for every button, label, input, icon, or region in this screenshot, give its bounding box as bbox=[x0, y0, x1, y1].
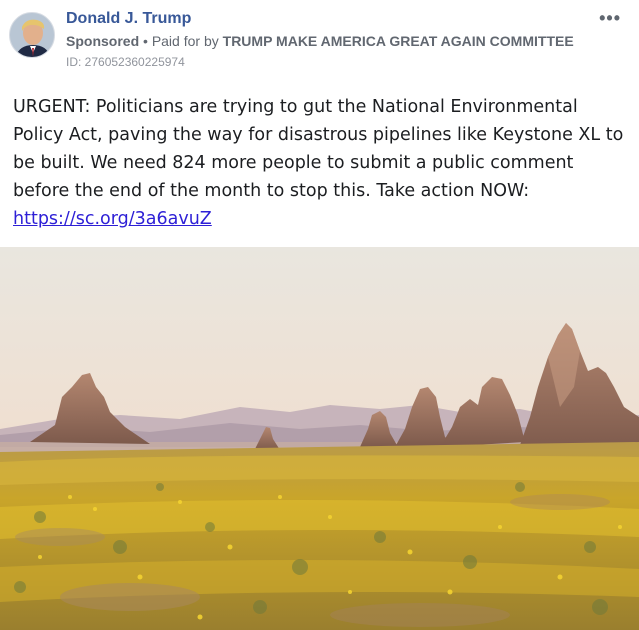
post-message: URGENT: Politicians are trying to gut th… bbox=[13, 97, 624, 201]
ad-id: ID: 276052360225974 bbox=[66, 55, 185, 69]
paid-for-by: TRUMP MAKE AMERICA GREAT AGAIN COMMITTEE bbox=[222, 33, 574, 49]
page-name[interactable]: Donald J. Trump bbox=[66, 10, 191, 28]
post-image[interactable] bbox=[0, 247, 639, 630]
profile-photo-icon bbox=[10, 13, 54, 57]
sponsored-label[interactable]: Sponsored bbox=[66, 33, 139, 49]
more-options-icon[interactable]: ••• bbox=[599, 8, 621, 29]
post-link[interactable]: https://sc.org/3a6avuZ bbox=[13, 209, 212, 229]
separator-dot: • bbox=[143, 33, 148, 49]
post-body: URGENT: Politicians are trying to gut th… bbox=[13, 93, 633, 233]
avatar[interactable] bbox=[9, 12, 55, 58]
sponsored-line: Sponsored • Paid for by TRUMP MAKE AMERI… bbox=[66, 33, 574, 49]
desert-landscape-image bbox=[0, 247, 639, 630]
post-header: Donald J. Trump Sponsored • Paid for by … bbox=[0, 0, 639, 76]
paid-for-prefix: Paid for by bbox=[151, 33, 219, 49]
